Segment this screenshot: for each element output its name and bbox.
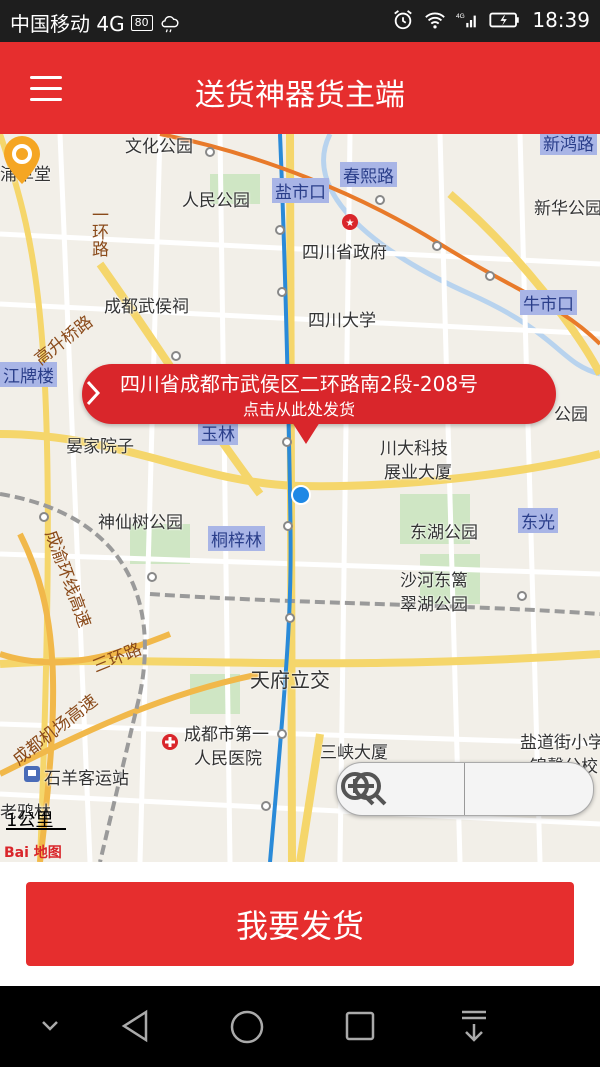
map-label: 盐道街小学 xyxy=(520,733,600,753)
zoom-controls xyxy=(336,762,594,816)
map-label: 东湖公园 xyxy=(410,523,478,543)
map-label: 四川省政府 xyxy=(302,243,387,263)
map-label: 晏家院子 xyxy=(66,437,134,457)
home-icon[interactable] xyxy=(228,1008,266,1046)
chevron-right-icon xyxy=(86,380,101,406)
app-bar: 送货神器货主端 xyxy=(0,42,600,134)
hide-nav-icon[interactable] xyxy=(38,1016,62,1036)
map-view[interactable]: 文化公园 新鸿路 浦草堂 春熙路 人民公园 盐市口 新华公园 四川省政府 成都武… xyxy=(0,134,600,862)
current-location-icon xyxy=(291,485,311,505)
map-label: 东光 xyxy=(518,508,558,533)
map-logo: Bai 地图 xyxy=(4,845,62,861)
map-label: 新鸿路 xyxy=(540,134,597,155)
map-scale-bar xyxy=(6,828,66,830)
svg-text:★: ★ xyxy=(346,218,355,229)
recent-apps-icon[interactable] xyxy=(344,1010,376,1042)
status-bar: 中国移动 4G 80 4G 18:39 xyxy=(0,0,600,42)
battery-icon xyxy=(489,12,520,28)
notification-pull-icon[interactable] xyxy=(458,1008,490,1044)
map-label: 展业大厦 xyxy=(384,463,452,483)
page-title: 送货神器货主端 xyxy=(195,78,405,113)
hd-badge: 80 xyxy=(130,14,153,31)
map-label: 川大科技 xyxy=(380,439,448,459)
map-label: 桐梓林 xyxy=(208,526,265,551)
map-label: 三峡大厦 xyxy=(320,743,388,763)
map-label: 翠湖公园 xyxy=(400,595,468,615)
alarm-icon xyxy=(394,10,413,30)
wifi-icon xyxy=(425,12,446,29)
map-label: 石羊客运站 xyxy=(44,769,129,789)
map-label: 文化公园 xyxy=(125,137,193,157)
map-label: 盐市口 xyxy=(272,178,329,203)
zoom-in-icon[interactable] xyxy=(337,769,377,809)
map-label: 新华公园 xyxy=(534,199,600,219)
map-label: 沙河东篱 xyxy=(400,571,468,591)
address-callout[interactable]: 四川省成都市武侯区二环路南2段-208号 点击从此处发货 xyxy=(82,364,556,424)
map-pin-icon[interactable] xyxy=(0,134,44,188)
map-label: 公园 xyxy=(554,405,588,425)
callout-pointer xyxy=(292,422,320,444)
road-label: 一环路 xyxy=(88,206,108,257)
callout-address: 四川省成都市武侯区二环路南2段-208号 xyxy=(119,372,479,396)
clock: 18:39 xyxy=(532,8,590,32)
map-label: 成都市第一 xyxy=(184,725,269,745)
ship-button[interactable]: 我要发货 xyxy=(26,882,574,966)
back-icon[interactable] xyxy=(118,1008,150,1044)
map-label: 成都武侯祠 xyxy=(104,297,189,317)
government-icon: ★ xyxy=(342,214,358,230)
svg-text:4G: 4G xyxy=(456,13,465,20)
signal-icon: 4G xyxy=(456,13,477,28)
map-label: 天府立交 xyxy=(250,668,330,692)
map-label: 牛市口 xyxy=(520,290,577,315)
map-label: 人民公园 xyxy=(182,191,250,211)
system-nav-bar xyxy=(0,986,600,1067)
weather-icon xyxy=(161,15,179,32)
callout-hint: 点击从此处发货 xyxy=(242,400,355,419)
zoom-divider xyxy=(464,763,465,815)
map-label: 四川大学 xyxy=(308,311,376,331)
bus-station-icon xyxy=(24,766,40,782)
hospital-icon xyxy=(162,734,178,750)
carrier-label: 中国移动 4G xyxy=(10,12,125,36)
map-label: 神仙树公园 xyxy=(98,513,183,533)
map-label: 人民医院 xyxy=(194,749,262,769)
action-panel: 我要发货 xyxy=(0,862,600,986)
map-label: 春熙路 xyxy=(340,162,397,187)
